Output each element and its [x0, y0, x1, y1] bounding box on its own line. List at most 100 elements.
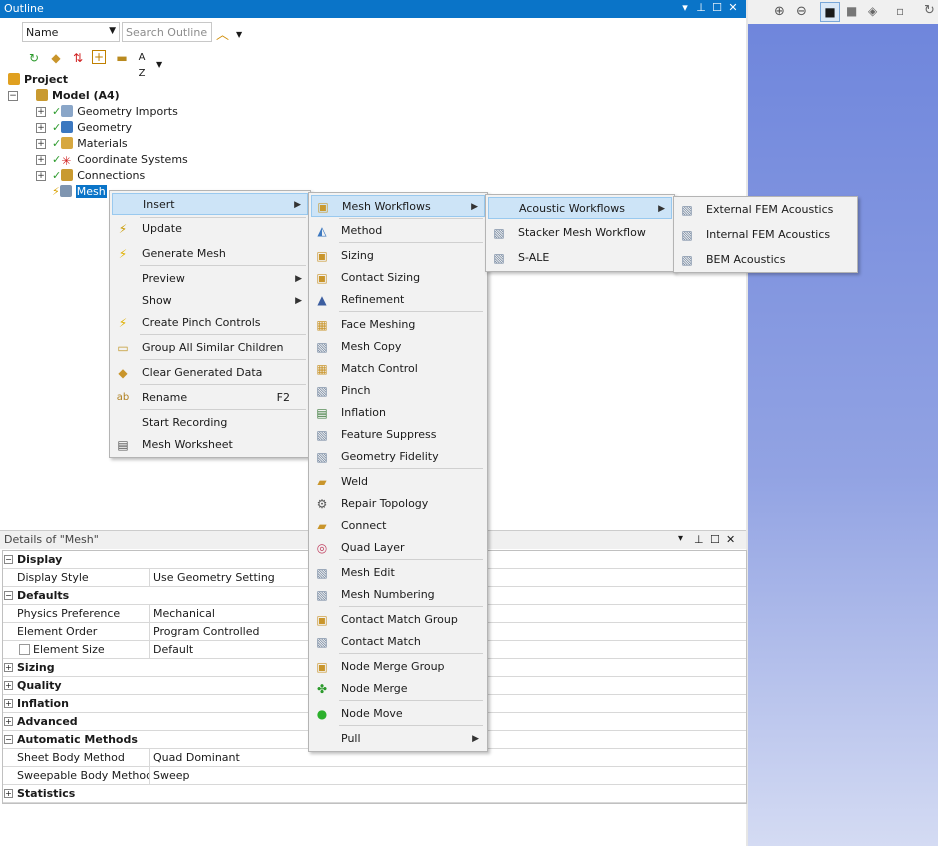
- menu-item-generate-mesh[interactable]: ⚡ Generate Mesh: [112, 243, 308, 265]
- menu-label: Rename: [142, 391, 188, 404]
- tree-project[interactable]: Project: [8, 72, 68, 88]
- shaded-view-icon[interactable]: ■: [846, 4, 857, 18]
- menu-item-connect[interactable]: ▰ Connect: [311, 515, 485, 537]
- row-value[interactable]: Quad Dominant: [153, 749, 240, 766]
- rename-icon: ab: [116, 392, 130, 403]
- row-value[interactable]: Program Controlled: [153, 623, 259, 640]
- search-outline-input[interactable]: Search Outline: [122, 22, 212, 42]
- menu-item-quad-layer[interactable]: ◎ Quad Layer: [311, 537, 485, 559]
- chevron-down-icon[interactable]: ▼: [156, 60, 162, 69]
- menu-item-node-move[interactable]: ● Node Move: [311, 703, 485, 725]
- menu-item-start-recording[interactable]: Start Recording: [112, 412, 308, 434]
- expand-all-icon[interactable]: +: [92, 50, 106, 64]
- sort-arrows-icon[interactable]: ⇅: [70, 50, 86, 66]
- tree-item-connections[interactable]: ✓ Connections: [52, 168, 145, 184]
- menu-item-mesh-worksheet[interactable]: ▤ Mesh Worksheet: [112, 434, 308, 456]
- sort-az-icon[interactable]: A Z: [134, 50, 150, 79]
- tree-item-mesh[interactable]: ⚡ Mesh: [52, 184, 107, 200]
- menu-item-s-ale[interactable]: ▧ S-ALE: [488, 247, 672, 269]
- menu-item-mesh-workflows[interactable]: ▣ Mesh Workflows ▶: [311, 195, 485, 217]
- details-row[interactable]: Sweepable Body Method Sweep: [3, 767, 746, 785]
- eraser-icon[interactable]: ◆: [48, 50, 64, 66]
- layout-icon[interactable]: ▫: [896, 4, 904, 18]
- tree-item-geometry-imports[interactable]: ✓ Geometry Imports: [52, 104, 178, 120]
- menu-label: Preview: [142, 272, 185, 285]
- menu-item-insert[interactable]: Insert ▶: [112, 193, 308, 215]
- chevron-down-icon[interactable]: ▼: [236, 30, 242, 39]
- zoom-out-icon[interactable]: ⊖: [796, 4, 807, 19]
- expand-toggle[interactable]: +: [36, 155, 46, 165]
- menu-item-mesh-numbering[interactable]: ▧ Mesh Numbering: [311, 584, 485, 606]
- dropdown-icon[interactable]: ▾: [678, 1, 692, 15]
- menu-item-group-all-similar-children[interactable]: ▭ Group All Similar Children: [112, 337, 308, 359]
- menu-item-feature-suppress[interactable]: ▧ Feature Suppress: [311, 424, 485, 446]
- menu-label: Node Move: [341, 707, 403, 720]
- element-size-checkbox[interactable]: [19, 644, 30, 655]
- geometry-fidelity-icon: ▧: [316, 450, 328, 464]
- menu-item-node-merge-group[interactable]: ▣ Node Merge Group: [311, 656, 485, 678]
- dropdown-icon[interactable]: ▾: [678, 533, 683, 544]
- menu-item-internal-fem-acoustics[interactable]: ▧ Internal FEM Acoustics: [676, 224, 855, 246]
- tree-item-geometry[interactable]: ✓ Geometry: [52, 120, 132, 136]
- menu-item-update[interactable]: ⚡ Update: [112, 218, 308, 240]
- menu-item-match-control[interactable]: ▦ Match Control: [311, 358, 485, 380]
- menu-item-contact-match-group[interactable]: ▣ Contact Match Group: [311, 609, 485, 631]
- menu-item-weld[interactable]: ▰ Weld: [311, 471, 485, 493]
- expand-toggle[interactable]: +: [36, 139, 46, 149]
- menu-item-repair-topology[interactable]: ⚙ Repair Topology: [311, 493, 485, 515]
- maximize-icon[interactable]: ☐: [710, 1, 724, 15]
- menu-item-preview[interactable]: Preview ▶: [112, 268, 308, 290]
- tree-model[interactable]: Model (A4): [36, 88, 120, 104]
- menu-item-external-fem-acoustics[interactable]: ▧ External FEM Acoustics: [676, 199, 855, 221]
- menu-item-create-pinch-controls[interactable]: ⚡ Create Pinch Controls: [112, 312, 308, 334]
- menu-item-acoustic-workflows[interactable]: Acoustic Workflows ▶: [488, 197, 672, 219]
- close-icon[interactable]: ✕: [726, 533, 735, 546]
- menu-item-clear-generated-data[interactable]: ◆ Clear Generated Data: [112, 362, 308, 384]
- refresh-icon[interactable]: ↻: [26, 50, 42, 66]
- menu-item-show[interactable]: Show ▶: [112, 290, 308, 312]
- tree-item-coordinate-systems[interactable]: ✓✳ Coordinate Systems: [52, 152, 188, 168]
- menu-item-rename[interactable]: ab Rename F2: [112, 387, 308, 409]
- menu-item-bem-acoustics[interactable]: ▧ BEM Acoustics: [676, 249, 855, 271]
- group-statistics[interactable]: + Statistics: [3, 785, 746, 803]
- row-value[interactable]: Use Geometry Setting: [153, 569, 275, 586]
- row-value[interactable]: Default: [153, 641, 193, 658]
- menu-item-mesh-edit[interactable]: ▧ Mesh Edit: [311, 562, 485, 584]
- graphics-viewport[interactable]: [748, 24, 938, 846]
- chevron-right-icon: ▶: [295, 296, 302, 306]
- folder-icon: ▭: [117, 341, 129, 355]
- menu-item-contact-match[interactable]: ▧ Contact Match: [311, 631, 485, 653]
- menu-item-mesh-copy[interactable]: ▧ Mesh Copy: [311, 336, 485, 358]
- expand-toggle[interactable]: +: [36, 171, 46, 181]
- menu-item-contact-sizing[interactable]: ▣ Contact Sizing: [311, 267, 485, 289]
- menu-item-stacker-mesh-workflow[interactable]: ▧ Stacker Mesh Workflow: [488, 222, 672, 244]
- menu-label: Repair Topology: [341, 497, 429, 510]
- tree-item-materials[interactable]: ✓ Materials: [52, 136, 128, 152]
- refresh-icon[interactable]: ↻: [924, 3, 935, 18]
- row-value[interactable]: Sweep: [153, 767, 190, 784]
- name-filter-select[interactable]: Name ▼: [22, 22, 120, 42]
- menu-item-face-meshing[interactable]: ▦ Face Meshing: [311, 314, 485, 336]
- expand-toggle[interactable]: +: [36, 123, 46, 133]
- menu-item-pinch[interactable]: ▧ Pinch: [311, 380, 485, 402]
- collapse-toggle[interactable]: −: [8, 91, 18, 101]
- row-key: Sweepable Body Method: [17, 767, 150, 784]
- expand-toggle[interactable]: +: [36, 107, 46, 117]
- close-icon[interactable]: ✕: [726, 1, 740, 15]
- cube-view-icon[interactable]: ■: [820, 2, 840, 22]
- menu-item-node-merge[interactable]: ✤ Node Merge: [311, 678, 485, 700]
- folder-icon[interactable]: ▬: [114, 50, 130, 66]
- pin-icon[interactable]: ⊥: [694, 1, 708, 15]
- maximize-icon[interactable]: ☐: [710, 533, 720, 546]
- menu-item-geometry-fidelity[interactable]: ▧ Geometry Fidelity: [311, 446, 485, 468]
- menu-item-sizing[interactable]: ▣ Sizing: [311, 245, 485, 267]
- chevron-up-icon[interactable]: ︿: [216, 24, 229, 43]
- row-value[interactable]: Mechanical: [153, 605, 215, 622]
- menu-item-refinement[interactable]: ▲ Refinement: [311, 289, 485, 311]
- menu-item-inflation[interactable]: ▤ Inflation: [311, 402, 485, 424]
- zoom-in-icon[interactable]: ⊕: [774, 4, 785, 19]
- menu-item-pull[interactable]: Pull ▶: [311, 728, 485, 750]
- menu-item-method[interactable]: ◭ Method: [311, 220, 485, 242]
- pin-icon[interactable]: ⊥: [694, 533, 704, 546]
- wireframe-view-icon[interactable]: ◈: [868, 4, 877, 18]
